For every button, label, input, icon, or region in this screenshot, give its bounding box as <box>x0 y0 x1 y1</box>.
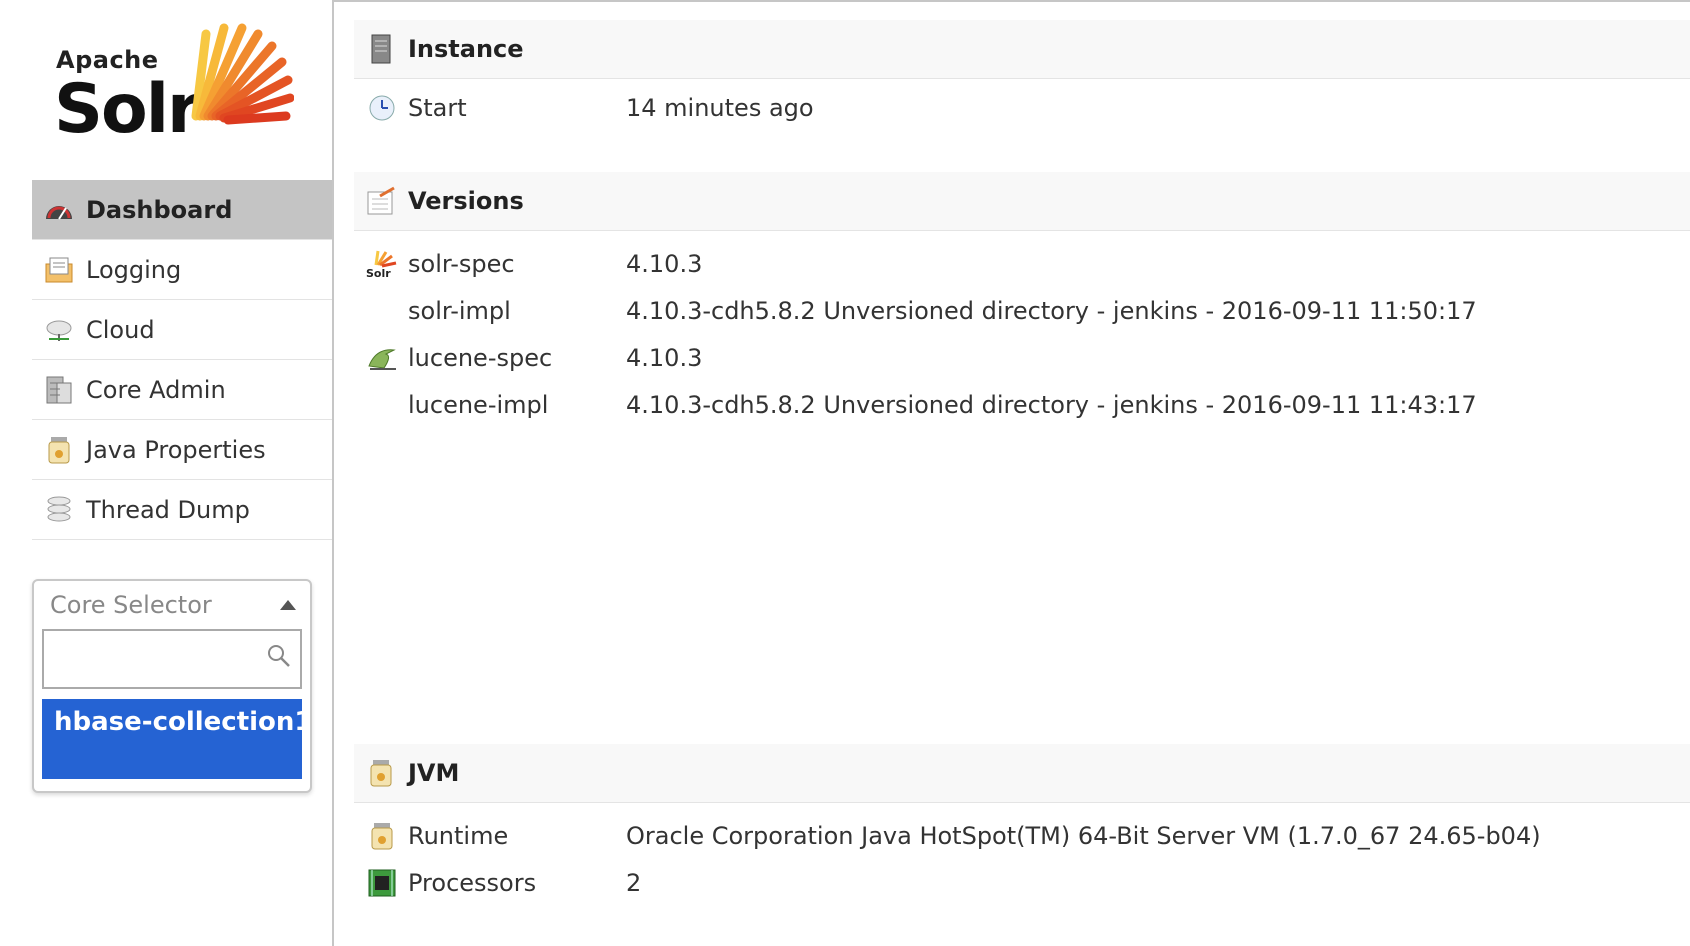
sidebar-divider <box>332 0 334 946</box>
jvm-title: JVM <box>408 759 460 787</box>
instance-section: Instance Start 14 minutes ago <box>354 20 1690 133</box>
sidebar: Apache Solr Dashboard Logging Cloud Core… <box>0 0 332 946</box>
jvm-value: 2 <box>626 869 642 897</box>
solr-icon: Solr <box>366 248 398 280</box>
chevron-up-icon <box>280 600 296 610</box>
version-row-solr-impl: solr-impl 4.10.3-cdh5.8.2 Unversioned di… <box>354 286 1690 336</box>
versions-header: Versions <box>354 172 1690 231</box>
versions-section: Versions Solr solr-spec 4.10.3 solr-impl… <box>354 172 1690 430</box>
core-selector-toggle[interactable]: Core Selector <box>34 581 310 629</box>
core-selector: Core Selector hbase-collection1_shard1_ <box>32 579 312 793</box>
server-icon <box>366 34 396 64</box>
instance-row-start: Start 14 minutes ago <box>354 83 1690 133</box>
nav-label-thread-dump: Thread Dump <box>86 495 250 524</box>
java-icon <box>366 758 396 788</box>
version-key: solr-impl <box>408 297 511 325</box>
search-icon <box>266 643 292 673</box>
nav-item-dashboard[interactable]: Dashboard <box>32 180 332 240</box>
version-row-lucene-impl: lucene-impl 4.10.3-cdh5.8.2 Unversioned … <box>354 380 1690 430</box>
nav-label-java-properties: Java Properties <box>86 435 266 464</box>
main-nav: Dashboard Logging Cloud Core Admin Java … <box>32 180 332 540</box>
jvm-key: Processors <box>408 869 537 897</box>
clock-icon <box>366 92 398 124</box>
solr-logo[interactable]: Apache Solr <box>54 16 294 144</box>
lucene-icon <box>366 342 398 374</box>
version-row-lucene-spec: lucene-spec 4.10.3 <box>354 333 1690 383</box>
version-row-solr-spec: Solr solr-spec 4.10.3 <box>354 239 1690 289</box>
nav-label-dashboard: Dashboard <box>86 195 233 224</box>
core-search-box <box>42 629 302 689</box>
nav-item-java-properties[interactable]: Java Properties <box>32 420 332 480</box>
jvm-key: Runtime <box>408 822 509 850</box>
jvm-row-processors: Processors 2 <box>354 858 1690 908</box>
version-value: 4.10.3 <box>626 344 703 372</box>
logging-icon <box>42 253 76 287</box>
nav-item-thread-dump[interactable]: Thread Dump <box>32 480 332 540</box>
version-key: solr-spec <box>408 250 515 278</box>
instance-title: Instance <box>408 35 524 63</box>
instance-header: Instance <box>354 20 1690 79</box>
nav-label-logging: Logging <box>86 255 182 284</box>
thread-dump-icon <box>42 493 76 527</box>
instance-value: 14 minutes ago <box>626 94 814 122</box>
jvm-header: JVM <box>354 744 1690 803</box>
nav-label-cloud: Cloud <box>86 315 155 344</box>
core-search-input[interactable] <box>44 631 300 687</box>
jvm-row-runtime: Runtime Oracle Corporation Java HotSpot(… <box>354 811 1690 861</box>
core-admin-icon <box>42 373 76 407</box>
java-runtime-icon <box>366 820 398 852</box>
cloud-icon <box>42 313 76 347</box>
nav-item-core-admin[interactable]: Core Admin <box>32 360 332 420</box>
versions-icon <box>366 186 396 216</box>
jvm-value: Oracle Corporation Java HotSpot(TM) 64-B… <box>626 822 1541 850</box>
core-option-selected[interactable]: hbase-collection1_shard1_ <box>42 699 302 779</box>
java-properties-icon <box>42 433 76 467</box>
jvm-section: JVM Runtime Oracle Corporation Java HotS… <box>354 744 1690 908</box>
top-divider <box>334 0 1690 2</box>
instance-key: Start <box>408 94 467 122</box>
nav-item-cloud[interactable]: Cloud <box>32 300 332 360</box>
version-value: 4.10.3 <box>626 250 703 278</box>
version-value: 4.10.3-cdh5.8.2 Unversioned directory - … <box>626 391 1477 419</box>
solr-sunburst-icon <box>191 23 294 125</box>
core-selector-label: Core Selector <box>50 591 212 619</box>
version-key: lucene-impl <box>408 391 549 419</box>
nav-label-core-admin: Core Admin <box>86 375 226 404</box>
dashboard-icon <box>42 193 76 227</box>
versions-title: Versions <box>408 187 524 215</box>
svg-text:Solr: Solr <box>366 267 391 279</box>
version-key: lucene-spec <box>408 344 553 372</box>
processor-chip-icon <box>366 867 398 899</box>
version-value: 4.10.3-cdh5.8.2 Unversioned directory - … <box>626 297 1477 325</box>
nav-item-logging[interactable]: Logging <box>32 240 332 300</box>
